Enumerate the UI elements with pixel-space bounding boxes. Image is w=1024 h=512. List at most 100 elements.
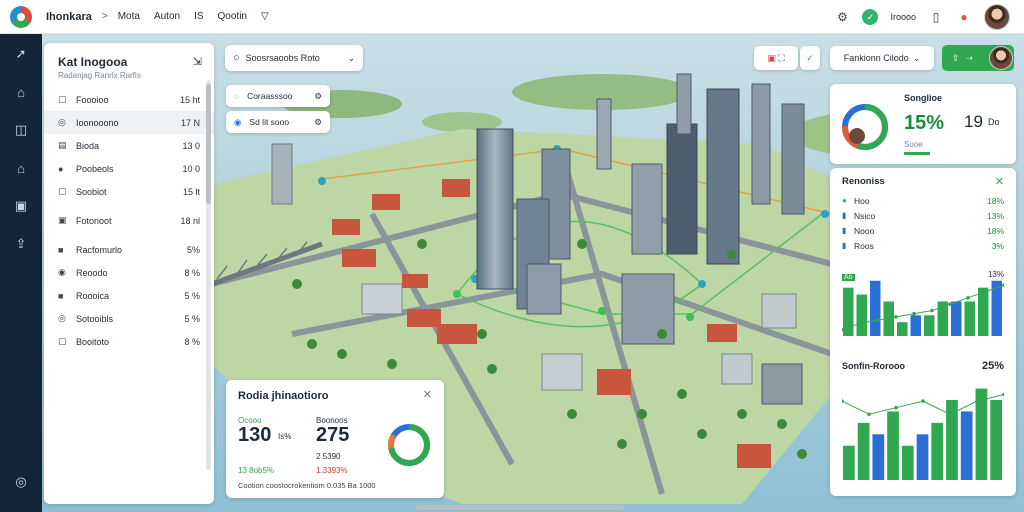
record-icon: ▣ bbox=[767, 52, 776, 63]
left-panel-scrollbar[interactable] bbox=[206, 80, 211, 470]
map-building bbox=[541, 353, 583, 391]
layer-chip-2[interactable]: ◉ Sd lit sooo ⚙ bbox=[226, 111, 330, 133]
tool-icon[interactable]: ⚙ bbox=[314, 117, 322, 128]
left-list-item[interactable]: ▣ Fotonoot 18 nl bbox=[44, 209, 214, 232]
chart-bar bbox=[964, 301, 975, 336]
status-icon[interactable]: ✓ bbox=[862, 9, 879, 25]
list-item-label: Soobiot bbox=[76, 186, 107, 197]
left-list-item[interactable]: ▢ Soobiot 15 lt bbox=[44, 180, 214, 203]
left-list-item[interactable]: ▢ Foooioo 15 ht bbox=[44, 88, 214, 111]
upload-icon[interactable]: ⇪ bbox=[13, 236, 29, 252]
layers-icon[interactable]: ▣ bbox=[13, 198, 29, 214]
stats-sub: Sooe bbox=[904, 140, 923, 149]
chevron-down-icon[interactable]: ▽ bbox=[261, 11, 269, 22]
confirm-button[interactable]: ✓ bbox=[800, 46, 820, 70]
left-list-item[interactable]: ◎ Ioonooono 17 N bbox=[44, 111, 214, 134]
list-item-icon: ▢ bbox=[58, 94, 67, 104]
map-roof bbox=[372, 194, 400, 210]
list-item-label: Ioonooono bbox=[76, 117, 119, 128]
left-list-item[interactable]: ▤ Bioda 13 0 bbox=[44, 134, 214, 157]
search-input[interactable]: ○ Soosrsaoobs Roto ⌄ bbox=[225, 45, 363, 71]
list-item-icon: ◉ bbox=[58, 267, 66, 277]
metric-icon: ● bbox=[842, 196, 847, 205]
list-item-icon: ◎ bbox=[58, 313, 66, 323]
map-roof bbox=[597, 369, 631, 395]
metric-row[interactable]: ▮ Nooo 18% bbox=[830, 223, 1016, 238]
left-list-item[interactable]: ■ Roooica 5 % bbox=[44, 284, 214, 307]
list-item-label: Bioda bbox=[76, 140, 100, 151]
chart-bar bbox=[901, 445, 914, 480]
help-icon[interactable]: ◎ bbox=[13, 474, 29, 490]
map-roof bbox=[442, 179, 470, 197]
settings-icon[interactable]: ⚙ bbox=[834, 9, 850, 25]
close-icon[interactable]: ✕ bbox=[423, 388, 432, 401]
pin-icon[interactable]: ⇲ bbox=[193, 55, 202, 68]
left-panel-header: Kat Inogooa Radanjag Ranrlx Rarfis ⇲ bbox=[44, 43, 214, 88]
scrollbar-thumb[interactable] bbox=[206, 84, 211, 204]
metric-row[interactable]: ● Hoo 18% bbox=[830, 193, 1016, 208]
nav-item-2[interactable]: IS bbox=[194, 11, 203, 22]
chart-bar bbox=[960, 411, 973, 480]
left-list-item[interactable]: ■ Racfomurlo 5% bbox=[44, 238, 214, 261]
stats-title: Songlioe bbox=[904, 93, 942, 103]
toggle-icon[interactable]: ◉ bbox=[234, 117, 241, 128]
notification-icon[interactable]: ● bbox=[956, 9, 972, 25]
list-item-value: 5 % bbox=[184, 313, 200, 324]
nav-item-1[interactable]: Auton bbox=[154, 11, 180, 22]
chart-bar bbox=[870, 280, 881, 336]
map-building bbox=[361, 283, 403, 315]
chart-bar bbox=[856, 294, 867, 336]
nav-item-3[interactable]: Qootin bbox=[218, 11, 247, 22]
list-item-label: Roooica bbox=[76, 290, 110, 301]
stats-side-unit: Do bbox=[988, 117, 1000, 127]
chip-label: Coraasssoo bbox=[247, 91, 293, 101]
map-node bbox=[686, 313, 694, 321]
map-building bbox=[721, 353, 753, 385]
nav-item-0[interactable]: Mota bbox=[118, 11, 140, 22]
collaborator-avatar[interactable] bbox=[989, 46, 1013, 70]
map-roof bbox=[437, 324, 477, 344]
chat-icon[interactable]: ◫ bbox=[13, 122, 29, 138]
map-tower bbox=[676, 73, 692, 135]
list-item-label: Fotonoot bbox=[76, 215, 112, 226]
settings-icon[interactable]: ⚙ bbox=[314, 91, 322, 102]
chevron-down-icon[interactable]: ⌄ bbox=[347, 53, 355, 64]
list-item-icon: ◎ bbox=[58, 117, 66, 127]
left-list-item[interactable]: ▢ Booitoto 8 % bbox=[44, 330, 214, 353]
search-icon: ○ bbox=[233, 52, 240, 64]
metric-row[interactable]: ▮ Roos 3% bbox=[830, 238, 1016, 253]
bookmark-icon[interactable]: ▯ bbox=[928, 9, 944, 25]
metric-row[interactable]: ▮ Nsico 13% bbox=[830, 208, 1016, 223]
metric-label: Roos bbox=[854, 240, 874, 251]
layer-chip-1[interactable]: ◌ Coraasssoo ⚙ bbox=[226, 85, 330, 107]
left-list-item[interactable]: ◎ Sotooibls 5 % bbox=[44, 307, 214, 330]
map-building bbox=[271, 143, 293, 205]
chart-bar bbox=[978, 287, 989, 336]
list-item-value: 15 lt bbox=[182, 186, 200, 197]
map-horizontal-scrollbar[interactable] bbox=[415, 505, 625, 510]
chart-bar bbox=[990, 400, 1002, 480]
left-list-item[interactable]: ◉ Reoodo 8 % bbox=[44, 261, 214, 284]
user-avatar[interactable] bbox=[984, 4, 1010, 30]
map-roof bbox=[332, 219, 360, 235]
building-icon[interactable]: ⌂ bbox=[13, 160, 29, 176]
app-logo[interactable] bbox=[10, 5, 32, 28]
close-icon[interactable]: ✕ bbox=[995, 175, 1004, 188]
share-button[interactable]: ⇪ ➝ bbox=[942, 45, 1014, 71]
filter-label: Fankionn Cilodo bbox=[843, 53, 909, 63]
list-item-value: 18 nl bbox=[180, 215, 200, 226]
metric-value: 18% bbox=[986, 195, 1004, 206]
left-list-item[interactable]: ● Poobeols 10 0 bbox=[44, 157, 214, 180]
ring-avatar bbox=[849, 128, 865, 144]
navigate-icon[interactable]: ➚ bbox=[13, 46, 29, 62]
chart-bar bbox=[872, 434, 885, 480]
metric-label: Hoo bbox=[854, 195, 870, 206]
record-button[interactable]: ▣ ⛶ bbox=[754, 46, 798, 70]
map-roof bbox=[402, 274, 428, 288]
list-item-label: Foooioo bbox=[76, 94, 109, 105]
home-icon[interactable]: ⌂ bbox=[13, 84, 29, 100]
map-node bbox=[698, 280, 706, 288]
status-label: Iroooo bbox=[890, 12, 916, 22]
chart-bar bbox=[887, 411, 899, 480]
filter-dropdown[interactable]: Fankionn Cilodo ⌄ bbox=[830, 46, 934, 70]
